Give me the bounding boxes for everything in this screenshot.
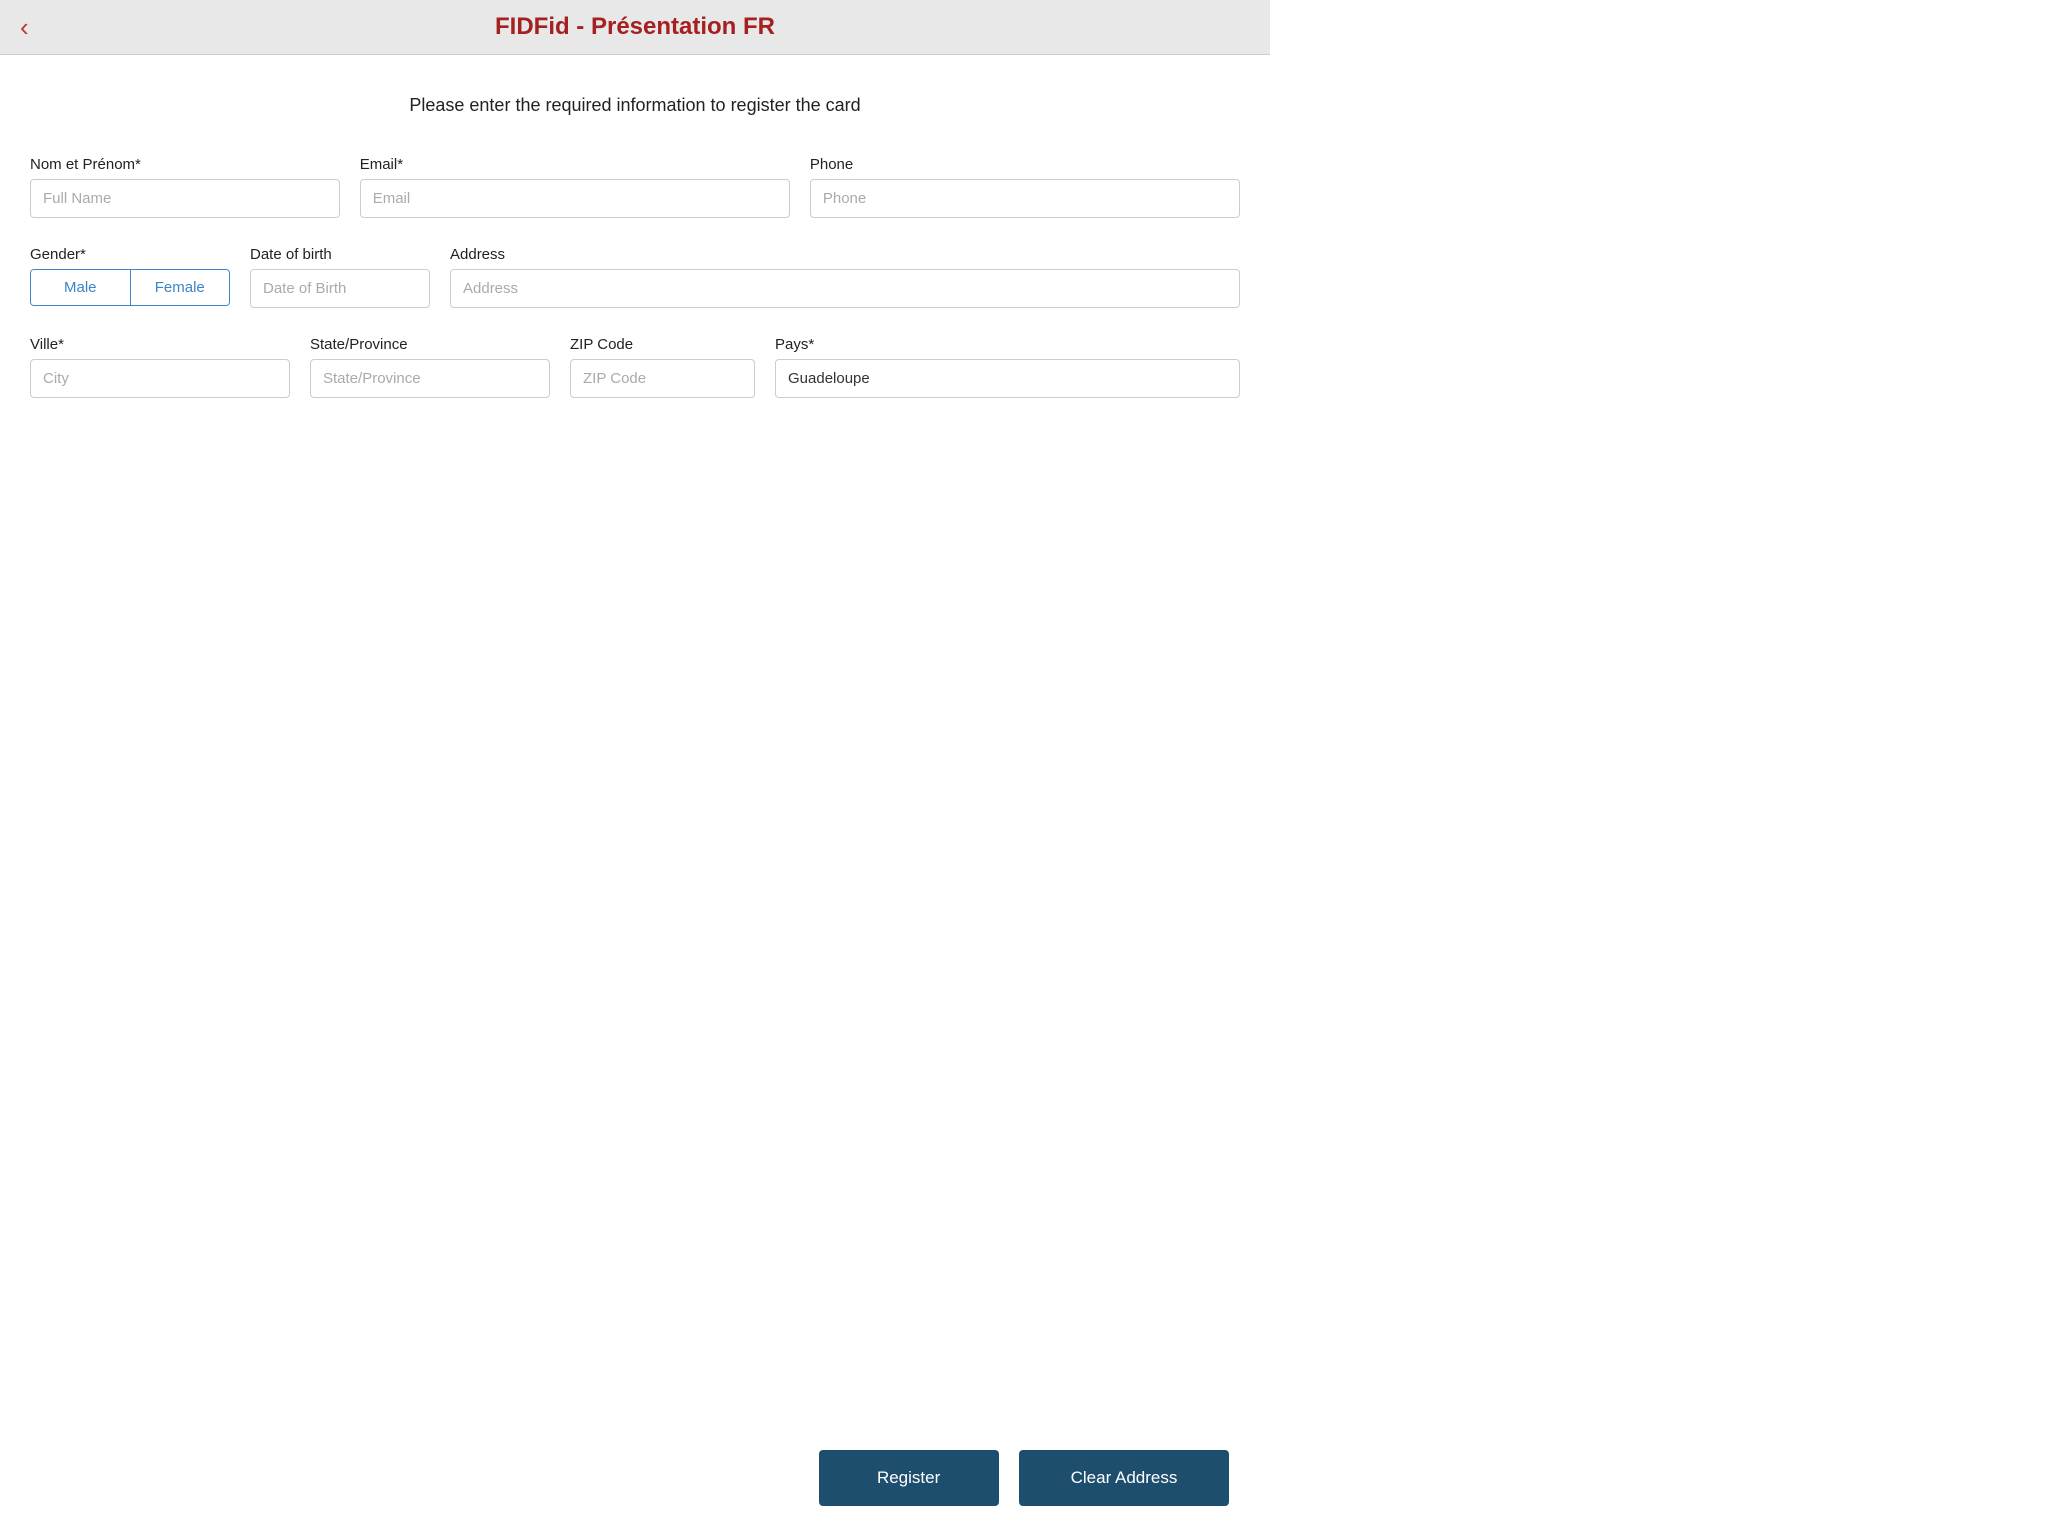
pays-label: Pays* xyxy=(775,336,1240,353)
row-gender-dob-address: Gender* Male Female Date of birth Addres… xyxy=(30,246,1240,308)
main-content: Please enter the required information to… xyxy=(0,55,1270,456)
back-button[interactable]: ‹ xyxy=(20,14,29,40)
app-header: ‹ FIDFid - Présentation FR xyxy=(0,0,1270,55)
address-group: Address xyxy=(450,246,1240,308)
email-label: Email* xyxy=(360,156,790,173)
address-label: Address xyxy=(450,246,1240,263)
row-city-state-zip-pays: Ville* State/Province ZIP Code Pays* xyxy=(30,336,1240,398)
phone-label: Phone xyxy=(810,156,1240,173)
dob-label: Date of birth xyxy=(250,246,430,263)
zip-input[interactable] xyxy=(570,359,755,398)
state-group: State/Province xyxy=(310,336,550,398)
pays-group: Pays* xyxy=(775,336,1240,398)
city-input[interactable] xyxy=(30,359,290,398)
state-label: State/Province xyxy=(310,336,550,353)
email-input[interactable] xyxy=(360,179,790,218)
city-label: Ville* xyxy=(30,336,290,353)
fullname-group: Nom et Prénom* xyxy=(30,156,340,218)
gender-toggle: Male Female xyxy=(30,269,230,306)
clear-address-button[interactable]: Clear Address xyxy=(1019,1450,1230,1506)
gender-group: Gender* Male Female xyxy=(30,246,230,306)
row-name-email-phone: Nom et Prénom* Email* Phone xyxy=(30,156,1240,218)
gender-female-button[interactable]: Female xyxy=(131,270,230,305)
bottom-actions: Register Clear Address xyxy=(0,1425,2048,1536)
register-button[interactable]: Register xyxy=(819,1450,999,1506)
fullname-input[interactable] xyxy=(30,179,340,218)
email-group: Email* xyxy=(360,156,790,218)
zip-group: ZIP Code xyxy=(570,336,755,398)
phone-input[interactable] xyxy=(810,179,1240,218)
zip-label: ZIP Code xyxy=(570,336,755,353)
header-title: FIDFid - Présentation FR xyxy=(495,13,775,41)
phone-group: Phone xyxy=(810,156,1240,218)
address-input[interactable] xyxy=(450,269,1240,308)
state-input[interactable] xyxy=(310,359,550,398)
gender-label: Gender* xyxy=(30,246,230,263)
pays-input[interactable] xyxy=(775,359,1240,398)
intro-text: Please enter the required information to… xyxy=(30,95,1240,116)
gender-male-button[interactable]: Male xyxy=(31,270,131,305)
city-group: Ville* xyxy=(30,336,290,398)
dob-input[interactable] xyxy=(250,269,430,308)
fullname-label: Nom et Prénom* xyxy=(30,156,340,173)
dob-group: Date of birth xyxy=(250,246,430,308)
